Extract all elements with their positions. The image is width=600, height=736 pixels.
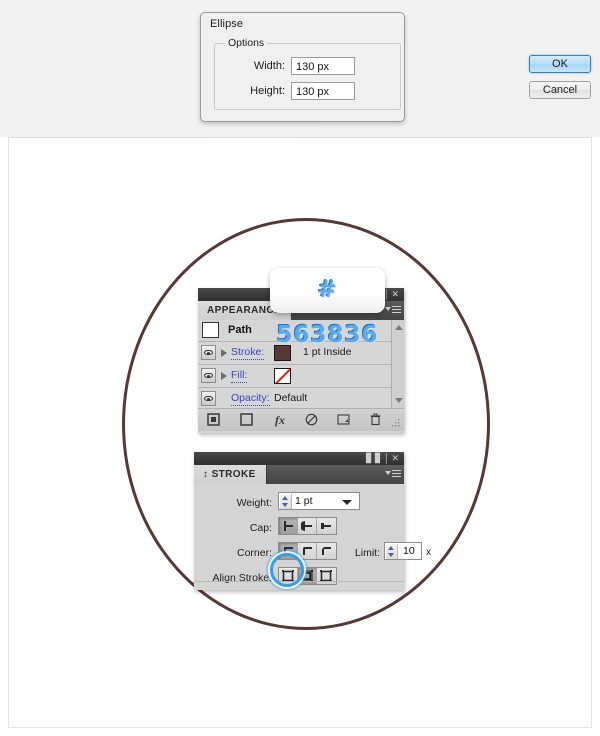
appearance-fill-label[interactable]: Fill: <box>231 369 248 383</box>
visibility-eye-icon-stroke[interactable] <box>201 345 216 360</box>
resize-grip-icon[interactable] <box>392 418 401 427</box>
limit-unit: x <box>426 547 431 558</box>
limit-stepper[interactable]: 10 <box>384 542 422 560</box>
visibility-eye-icon-opacity[interactable] <box>201 391 216 406</box>
appearance-opacity-label[interactable]: Opacity: <box>231 392 270 406</box>
bevel-join-button[interactable] <box>317 543 336 559</box>
disclosure-triangle-icon-stroke[interactable] <box>221 349 227 357</box>
fill-none-swatch-icon[interactable] <box>274 368 291 384</box>
limit-spin-arrows[interactable] <box>386 544 398 559</box>
appearance-path-label: Path <box>228 324 252 336</box>
round-join-button[interactable] <box>298 543 317 559</box>
height-label: Height: <box>250 85 285 97</box>
stroke-panel-body: Weight: 1 pt Cap: Corner: Limit: 10 x Al… <box>194 484 431 590</box>
stroke-tab-label: STROKE <box>211 469 256 480</box>
align-stroke-label: Align Stroke: <box>212 572 272 584</box>
weight-row: Weight: 1 pt <box>194 492 404 514</box>
add-new-stroke-icon[interactable] <box>206 413 220 430</box>
panel-menu-icon[interactable] <box>385 469 401 480</box>
ok-button[interactable]: OK <box>529 55 591 73</box>
disclosure-triangle-icon-fill[interactable] <box>221 372 227 380</box>
projecting-cap-button[interactable] <box>317 518 336 534</box>
cap-button-group <box>278 517 337 535</box>
appearance-row-fill[interactable]: Fill: <box>198 365 404 388</box>
stroke-panel: ▊▊│✕ ↕ STROKE Weight: 1 pt Cap: Corner: … <box>194 452 431 590</box>
butt-cap-button[interactable] <box>279 518 298 534</box>
appearance-scrollbar[interactable] <box>391 320 404 408</box>
height-input[interactable]: 130 px <box>291 82 355 100</box>
miter-join-button[interactable] <box>279 543 298 559</box>
appearance-stroke-label[interactable]: Stroke: <box>231 346 265 360</box>
options-groupbox: Options Width: 130 px Height: 130 px <box>214 37 402 110</box>
corner-label: Corner: <box>236 547 272 559</box>
scroll-up-arrow-icon[interactable] <box>395 325 403 330</box>
weight-stepper[interactable]: 1 pt <box>278 492 360 510</box>
width-row: Width: 130 px <box>215 57 402 77</box>
stroke-panel-collapse-close-icons[interactable]: ▊▊│✕ <box>366 453 401 464</box>
align-stroke-row: Align Stroke: <box>194 567 404 589</box>
stroke-tab-updown-icon: ↕ <box>203 469 209 480</box>
align-stroke-button-group <box>278 567 337 585</box>
width-label: Width: <box>253 60 285 72</box>
round-cap-button[interactable] <box>298 518 317 534</box>
cancel-button[interactable]: Cancel <box>529 81 591 99</box>
visibility-eye-icon-fill[interactable] <box>201 368 216 383</box>
round-join-icon <box>301 545 314 557</box>
miter-join-icon <box>282 545 295 557</box>
panel-menu-icon[interactable] <box>385 305 401 316</box>
butt-cap-icon <box>282 520 295 532</box>
projecting-cap-icon <box>320 520 333 532</box>
weight-dropdown-arrow-icon[interactable] <box>342 500 352 505</box>
limit-label: Limit: <box>354 547 380 559</box>
duplicate-item-icon[interactable] <box>336 413 350 430</box>
weight-value: 1 pt <box>295 495 313 507</box>
height-row: Height: 130 px <box>215 82 402 102</box>
bevel-join-icon <box>320 545 333 557</box>
width-input[interactable]: 130 px <box>291 57 355 75</box>
tab-stroke[interactable]: ↕ STROKE <box>194 465 267 484</box>
hex-color-callout: # 563836 <box>270 268 385 348</box>
cap-label: Cap: <box>249 522 272 534</box>
scroll-down-arrow-icon[interactable] <box>395 398 403 403</box>
stroke-panel-titlebar: ▊▊│✕ <box>194 452 404 465</box>
cap-row: Cap: <box>194 517 404 539</box>
stroke-panel-tabbar: ↕ STROKE <box>194 465 404 484</box>
delete-item-icon[interactable] <box>368 413 382 430</box>
add-new-effect-icon[interactable]: fx <box>270 413 290 427</box>
weight-spin-arrows[interactable] <box>280 494 292 509</box>
corner-row: Corner: Limit: 10 x <box>194 542 431 564</box>
options-legend: Options <box>225 37 268 49</box>
corner-button-group <box>278 542 337 560</box>
ellipse-dialog: Ellipse Options Width: 130 px Height: 13… <box>200 12 591 122</box>
limit-value: 10 <box>403 545 415 557</box>
stroke-panel-divider <box>194 581 404 582</box>
add-new-fill-icon[interactable] <box>239 413 253 430</box>
round-cap-icon <box>301 520 314 532</box>
weight-label: Weight: <box>236 497 272 509</box>
clear-appearance-icon[interactable] <box>304 413 318 430</box>
dialog-title: Ellipse <box>210 18 244 30</box>
opacity-value-text: Default <box>274 392 308 404</box>
path-thumbnail-icon <box>202 322 219 338</box>
appearance-panel-footer: fx <box>198 408 404 431</box>
